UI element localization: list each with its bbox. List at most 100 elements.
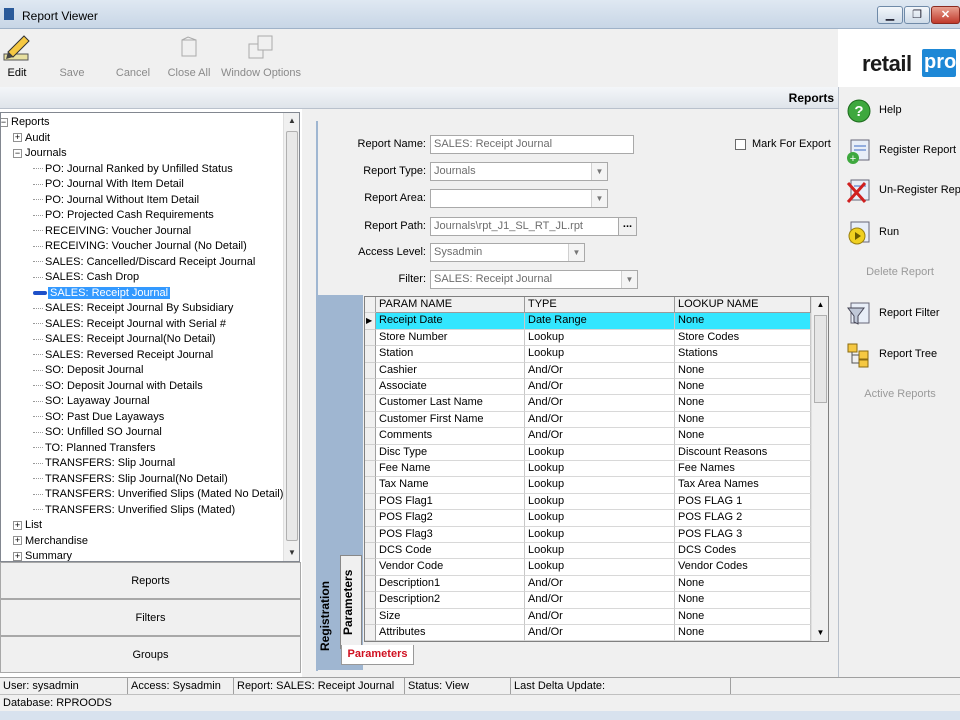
save-button[interactable]: Save [52,29,92,87]
row-selector[interactable] [365,575,376,593]
tree-scrollbar[interactable]: ▲ ▼ [283,113,299,561]
minimize-button[interactable]: ▁ [877,6,903,24]
report-tree-button[interactable]: Report Tree [839,337,960,373]
table-cell[interactable]: Customer First Name [376,411,525,429]
report-area-select[interactable]: ▼ [430,189,608,208]
edit-button[interactable]: Edit [0,29,34,87]
table-cell[interactable]: Tax Area Names [675,477,811,494]
grid-column-header[interactable]: TYPE [525,297,675,314]
unregister-report-button[interactable]: Un-Register Report [839,173,960,209]
row-selector[interactable] [365,510,376,527]
table-cell[interactable]: And/Or [525,411,675,429]
table-cell[interactable]: Vendor Codes [675,559,811,576]
row-selector[interactable] [365,625,376,641]
tree-folder[interactable]: + List [13,518,42,534]
table-row[interactable]: Disc Type Lookup Discount Reasons [365,444,811,461]
table-cell[interactable]: DCS Code [376,543,525,560]
tree-item[interactable]: SALES: Receipt Journal [33,286,171,302]
row-selector[interactable] [365,461,376,478]
delete-report-button[interactable]: Delete Report [839,255,960,291]
table-row[interactable]: Cashier And/Or None [365,362,811,379]
grid-scrollbar[interactable]: ▲ ▼ [811,297,828,641]
table-cell[interactable]: POS FLAG 2 [675,510,811,527]
tree-item[interactable]: RECEIVING: Voucher Journal (No Detail) [33,239,247,255]
tree-item[interactable]: TRANSFERS: Unverified Slips (Mated) [33,503,235,519]
chevron-down-icon[interactable]: ▼ [591,190,607,207]
table-row[interactable]: Vendor Code Lookup Vendor Codes [365,559,811,576]
tree-item[interactable]: SO: Deposit Journal [33,363,143,379]
table-row[interactable]: Store Number Lookup Store Codes [365,329,811,347]
table-cell[interactable]: Discount Reasons [675,444,811,461]
tree-item[interactable]: SO: Unfilled SO Journal [33,425,162,441]
report-filter-button[interactable]: Report Filter [839,296,960,332]
nav-filters-button[interactable]: Filters [0,599,301,636]
report-path-field[interactable]: Journals\rpt_J1_SL_RT_JL.rpt ... [430,217,637,236]
run-button[interactable]: Run [839,215,960,251]
table-row[interactable]: POS Flag3 Lookup POS FLAG 3 [365,526,811,543]
table-cell[interactable]: POS Flag2 [376,510,525,527]
grid-column-header[interactable]: LOOKUP NAME [675,297,811,314]
tree-folder[interactable]: − Reports [1,115,50,131]
chevron-down-icon[interactable]: ▼ [591,163,607,180]
table-cell[interactable]: Cashier [376,362,525,379]
window-options-button[interactable]: Window Options [218,29,304,87]
table-cell[interactable]: None [675,625,811,641]
tree-scroll-thumb[interactable] [286,131,298,541]
scroll-down-icon[interactable]: ▼ [812,625,828,641]
table-cell[interactable]: Lookup [525,461,675,478]
chevron-down-icon[interactable]: ▼ [568,244,584,261]
row-selector[interactable] [365,444,376,461]
table-cell[interactable]: And/Or [525,379,675,396]
table-cell[interactable]: Lookup [525,346,675,363]
table-cell[interactable]: Attributes [376,625,525,641]
tree-folder[interactable]: + Merchandise [13,534,88,550]
table-cell[interactable]: None [675,575,811,593]
table-cell[interactable]: POS FLAG 3 [675,526,811,543]
expand-icon[interactable]: + [13,520,22,530]
table-cell[interactable]: None [675,428,811,445]
table-cell[interactable]: Station [376,346,525,363]
access-level-select[interactable]: Sysadmin ▼ [430,243,585,262]
table-cell[interactable]: Vendor Code [376,559,525,576]
table-cell[interactable]: None [675,362,811,379]
report-name-field[interactable]: SALES: Receipt Journal [430,135,634,154]
tree-item[interactable]: TRANSFERS: Unverified Slips (Mated No De… [33,487,283,503]
close-window-button[interactable]: ✕ [931,6,960,24]
tree-item[interactable]: PO: Journal Ranked by Unfilled Status [33,162,233,178]
table-cell[interactable]: Comments [376,428,525,445]
table-cell[interactable]: Lookup [525,329,675,347]
tree-item[interactable]: SALES: Receipt Journal with Serial # [33,317,226,333]
tree-item[interactable]: TO: Planned Transfers [33,441,155,457]
tree-folder[interactable]: + Audit [13,131,50,147]
mark-for-export-checkbox[interactable] [735,139,746,150]
table-cell[interactable]: And/Or [525,362,675,379]
table-cell[interactable]: POS Flag1 [376,493,525,511]
expand-icon[interactable]: + [13,551,22,561]
scroll-up-icon[interactable]: ▲ [284,113,299,129]
tree-item[interactable]: SO: Layaway Journal [33,394,150,410]
active-reports-button[interactable]: Active Reports [839,377,960,413]
row-selector[interactable] [365,379,376,396]
collapse-icon[interactable]: − [13,148,22,158]
tree-item[interactable]: PO: Projected Cash Requirements [33,208,214,224]
tree-item[interactable]: PO: Journal Without Item Detail [33,193,199,209]
table-cell[interactable]: Description2 [376,592,525,609]
tree-item[interactable]: SALES: Receipt Journal By Subsidiary [33,301,233,317]
table-cell[interactable]: Lookup [525,493,675,511]
table-row[interactable]: DCS Code Lookup DCS Codes [365,543,811,560]
table-cell[interactable]: None [675,379,811,396]
table-cell[interactable]: Fee Name [376,461,525,478]
close-all-button[interactable]: Close All [164,29,214,87]
table-row[interactable]: POS Flag1 Lookup POS FLAG 1 [365,493,811,511]
tree-item[interactable]: SALES: Receipt Journal(No Detail) [33,332,216,348]
table-row[interactable]: Associate And/Or None [365,379,811,396]
tree-item[interactable]: SALES: Cash Drop [33,270,139,286]
row-selector[interactable] [365,592,376,609]
cancel-button[interactable]: Cancel [110,29,156,87]
filter-select[interactable]: SALES: Receipt Journal ▼ [430,270,638,289]
table-cell[interactable]: Lookup [525,510,675,527]
table-row[interactable]: Station Lookup Stations [365,346,811,363]
grid-scroll-thumb[interactable] [814,315,827,403]
tab-parameters[interactable]: Parameters [341,645,414,665]
chevron-down-icon[interactable]: ▼ [621,271,637,288]
